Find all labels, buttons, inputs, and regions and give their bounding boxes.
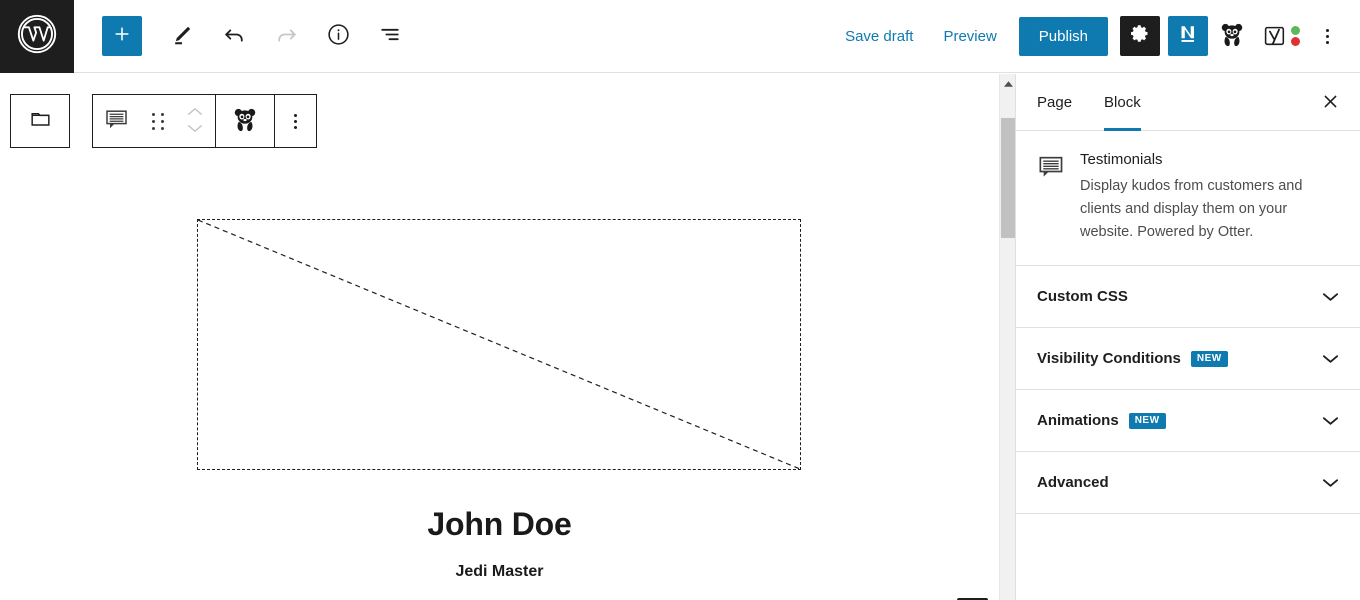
- wordpress-logo-icon: [16, 13, 58, 60]
- editor-canvas[interactable]: John Doe Jedi Master "What is the point …: [0, 74, 999, 600]
- publish-button[interactable]: Publish: [1018, 16, 1108, 56]
- wordpress-logo-button[interactable]: [0, 0, 74, 73]
- close-sidebar-button[interactable]: [1314, 87, 1346, 119]
- panda-plugin-button[interactable]: [1210, 14, 1254, 58]
- block-settings-sidebar: Page Block Testimonials Display kudos fr…: [1015, 74, 1360, 600]
- panel-label: Animations: [1037, 412, 1119, 430]
- block-card: Testimonials Display kudos from customer…: [1016, 131, 1360, 265]
- edit-tool-button[interactable]: [158, 12, 206, 60]
- chevron-down-icon: [1321, 353, 1340, 365]
- drag-block-handle[interactable]: [141, 95, 175, 147]
- placeholder-diagonal-line: [198, 220, 800, 469]
- undo-arrow-icon: [222, 22, 247, 50]
- close-x-icon: [1322, 93, 1339, 113]
- scrollbar-thumb[interactable]: [1001, 118, 1015, 238]
- testimonials-speech-bubble-icon: [104, 107, 130, 136]
- panel-label: Advanced: [1037, 474, 1109, 492]
- testimonial-author-role[interactable]: Jedi Master: [0, 563, 999, 581]
- sidebar-bottom-divider: [1016, 513, 1360, 515]
- yoast-status-dots: [1290, 26, 1300, 46]
- gear-icon: [1130, 23, 1151, 49]
- neve-n-icon: [1176, 22, 1200, 51]
- block-title: Testimonials: [1080, 151, 1163, 168]
- tab-page[interactable]: Page: [1021, 74, 1088, 130]
- block-toolbar-group: [92, 94, 317, 148]
- chevron-down-icon: [1321, 291, 1340, 303]
- folder-icon: [28, 106, 53, 136]
- block-type-button[interactable]: [93, 95, 141, 147]
- block-panda-plugin-button[interactable]: [216, 95, 274, 147]
- new-badge: NEW: [1128, 412, 1166, 429]
- panda-avatar-icon: [1218, 21, 1246, 52]
- chevron-up-icon[interactable]: [186, 105, 204, 120]
- document-details-button[interactable]: [314, 12, 362, 60]
- drag-grip-icon: [152, 112, 164, 130]
- editor-top-bar: Save draft Preview Publish: [0, 0, 1360, 73]
- list-view-button[interactable]: [366, 12, 414, 60]
- pencil-edit-icon: [170, 22, 195, 50]
- testimonial-author-name[interactable]: John Doe: [0, 506, 999, 543]
- chevron-down-icon[interactable]: [186, 122, 204, 137]
- redo-button[interactable]: [262, 12, 310, 60]
- panel-label: Custom CSS: [1037, 288, 1128, 306]
- yoast-readability-dot: [1290, 26, 1300, 35]
- info-circle-icon: [326, 22, 351, 50]
- select-parent-block-button[interactable]: [10, 94, 70, 148]
- plus-icon: [111, 23, 133, 50]
- undo-button[interactable]: [210, 12, 258, 60]
- list-view-icon: [378, 22, 403, 50]
- panel-label: Visibility Conditions: [1037, 350, 1181, 368]
- more-options-button[interactable]: [1308, 14, 1346, 58]
- save-draft-button[interactable]: Save draft: [831, 18, 927, 55]
- move-block-buttons[interactable]: [175, 95, 215, 147]
- scroll-up-arrow-icon: [1003, 74, 1013, 92]
- image-placeholder[interactable]: [197, 219, 801, 470]
- neve-options-button[interactable]: [1168, 16, 1208, 56]
- block-card-text: Testimonials Display kudos from customer…: [1080, 151, 1336, 243]
- panel-advanced[interactable]: Advanced: [1016, 451, 1360, 513]
- yoast-seo-icon: [1263, 24, 1300, 49]
- panel-custom-css[interactable]: Custom CSS: [1016, 265, 1360, 327]
- panda-avatar-icon: [231, 106, 259, 137]
- move-chevrons: [186, 105, 204, 137]
- tab-block[interactable]: Block: [1088, 74, 1157, 131]
- chevron-down-icon: [1321, 477, 1340, 489]
- redo-arrow-icon: [274, 22, 299, 50]
- block-description: Display kudos from customers and clients…: [1080, 178, 1303, 240]
- chevron-down-icon: [1321, 415, 1340, 427]
- sidebar-tabs: Page Block: [1016, 74, 1360, 131]
- preview-button[interactable]: Preview: [929, 18, 1010, 55]
- block-toolbar: [10, 94, 317, 148]
- panel-visibility-conditions[interactable]: Visibility Conditions NEW: [1016, 327, 1360, 389]
- block-more-options-button[interactable]: [275, 95, 316, 147]
- new-badge: NEW: [1190, 350, 1228, 367]
- top-bar-left-tools: [102, 12, 414, 60]
- ellipsis-vertical-icon: [1325, 28, 1329, 44]
- yoast-seo-dot: [1290, 37, 1300, 46]
- settings-button[interactable]: [1120, 16, 1160, 56]
- scroll-up-button[interactable]: [1000, 74, 1016, 91]
- panel-animations[interactable]: Animations NEW: [1016, 389, 1360, 451]
- canvas-scrollbar[interactable]: [999, 74, 1015, 600]
- add-block-button[interactable]: [102, 16, 142, 56]
- testimonials-speech-bubble-icon: [1037, 153, 1066, 243]
- ellipsis-vertical-icon: [294, 113, 297, 129]
- top-bar-right-tools: Save draft Preview Publish: [831, 14, 1360, 58]
- yoast-seo-button[interactable]: [1256, 14, 1306, 58]
